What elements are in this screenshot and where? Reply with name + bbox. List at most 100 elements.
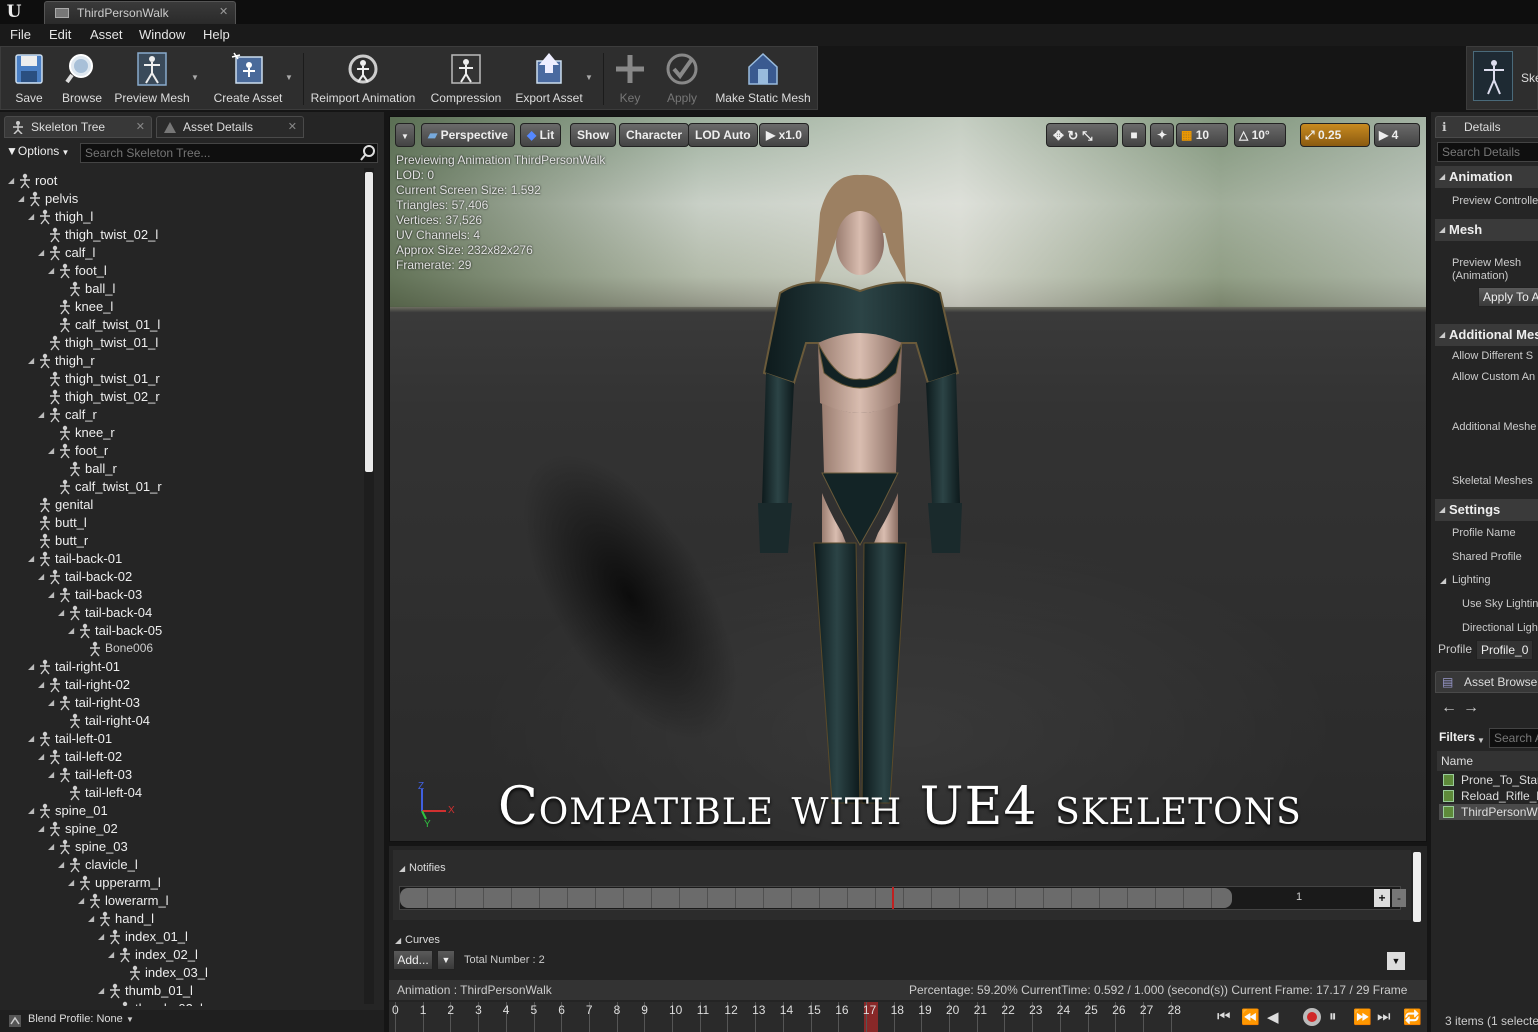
- bone-tree-item[interactable]: ◢ lowerarm_l: [0, 892, 360, 910]
- expand-triangle-icon[interactable]: ◢: [78, 896, 84, 905]
- expand-triangle-icon[interactable]: ◢: [68, 626, 74, 635]
- menu-help[interactable]: Help: [203, 27, 230, 42]
- step-back-icon[interactable]: ⏪: [1241, 1008, 1260, 1026]
- preview-viewport[interactable]: ▼ ▰ Perspective ◆ Lit Show Character LOD…: [389, 116, 1427, 842]
- bone-tree-item[interactable]: ball_r: [0, 460, 360, 478]
- bone-tree-item[interactable]: knee_l: [0, 298, 360, 316]
- asset-list-item-selected[interactable]: ThirdPersonW: [1439, 804, 1538, 820]
- bone-tree-item[interactable]: ◢ tail-left-01: [0, 730, 360, 748]
- expand-triangle-icon[interactable]: ◢: [38, 410, 44, 419]
- chevron-down-icon[interactable]: ▼: [1477, 734, 1485, 747]
- expand-triangle-icon[interactable]: ◢: [28, 212, 34, 221]
- show-button[interactable]: Show: [570, 123, 616, 147]
- loop-icon[interactable]: 🔁: [1403, 1008, 1422, 1026]
- bone-tree-item[interactable]: butt_l: [0, 514, 360, 532]
- back-arrow-icon[interactable]: ←: [1441, 700, 1457, 716]
- bone-tree-item[interactable]: index_03_l: [0, 964, 360, 982]
- expand-triangle-icon[interactable]: ◢: [38, 752, 44, 761]
- bone-tree-item[interactable]: ◢ spine_03: [0, 838, 360, 856]
- bone-tree-item[interactable]: ◢ tail-back-01: [0, 550, 360, 568]
- transform-mode-group[interactable]: ✥ ↻ ⤡: [1046, 123, 1118, 147]
- category-mesh[interactable]: ◢ Mesh: [1435, 219, 1538, 241]
- expand-triangle-icon[interactable]: ◢: [48, 770, 54, 779]
- tab-details[interactable]: ℹ Details: [1435, 116, 1538, 138]
- bone-tree-item[interactable]: ◢ foot_l: [0, 262, 360, 280]
- expand-triangle-icon[interactable]: ◢: [98, 932, 104, 941]
- bone-tree-item[interactable]: thumb_02_l: [0, 1000, 360, 1006]
- menu-asset[interactable]: Asset: [90, 27, 123, 42]
- apply-button[interactable]: Apply: [655, 47, 709, 109]
- bone-tree-item[interactable]: ◢ foot_r: [0, 442, 360, 460]
- expand-triangle-icon[interactable]: ◢: [48, 698, 54, 707]
- tab-asset-details[interactable]: Asset Details ✕: [156, 116, 304, 138]
- create-asset-dropdown-icon[interactable]: ▼: [285, 73, 293, 82]
- bone-tree-item[interactable]: calf_twist_01_r: [0, 478, 360, 496]
- key-button[interactable]: Key: [609, 47, 651, 109]
- asset-list-item[interactable]: Reload_Rifle_l: [1439, 788, 1538, 804]
- play-reverse-icon[interactable]: ◀: [1267, 1008, 1279, 1026]
- menu-edit[interactable]: Edit: [49, 27, 71, 42]
- menu-file[interactable]: File: [10, 27, 31, 42]
- collapse-triangle-icon[interactable]: ◢: [399, 864, 405, 873]
- forward-arrow-icon[interactable]: →: [1463, 700, 1479, 716]
- skip-to-end-icon[interactable]: ⏭: [1377, 1008, 1391, 1025]
- expand-triangle-icon[interactable]: ◢: [108, 950, 114, 959]
- expand-triangle-icon[interactable]: ◢: [28, 662, 34, 671]
- preview-mesh-button[interactable]: Preview Mesh: [109, 47, 195, 109]
- expand-triangle-icon[interactable]: ◢: [38, 680, 44, 689]
- character-button[interactable]: Character: [619, 123, 690, 147]
- bone-tree-item[interactable]: ◢ index_02_l: [0, 946, 360, 964]
- asset-list-header[interactable]: Name: [1437, 751, 1538, 771]
- expand-triangle-icon[interactable]: ◢: [48, 842, 54, 851]
- reimport-animation-button[interactable]: Reimport Animation: [307, 47, 419, 109]
- collapse-triangle-icon[interactable]: ◢: [395, 936, 401, 945]
- bone-tree-item[interactable]: ◢ pelvis: [0, 190, 360, 208]
- unreal-logo-icon[interactable]: U: [4, 2, 24, 22]
- bone-tree-item[interactable]: ◢ tail-right-01: [0, 658, 360, 676]
- close-icon[interactable]: ✕: [288, 120, 297, 133]
- bone-tree-item[interactable]: knee_r: [0, 424, 360, 442]
- bone-tree-item[interactable]: ◢ spine_02: [0, 820, 360, 838]
- notify-track[interactable]: 1 + -: [399, 886, 1406, 910]
- bone-tree-item[interactable]: ◢ tail-left-02: [0, 748, 360, 766]
- move-icon[interactable]: ✥: [1053, 128, 1064, 143]
- asset-list-item[interactable]: Prone_To_Stan: [1439, 772, 1538, 788]
- expand-triangle-icon[interactable]: ◢: [28, 554, 34, 563]
- bone-tree-item[interactable]: thigh_twist_02_r: [0, 388, 360, 406]
- skeleton-search-input[interactable]: [80, 143, 378, 163]
- bone-tree-item[interactable]: tail-left-04: [0, 784, 360, 802]
- expand-triangle-icon[interactable]: ◢: [98, 986, 104, 995]
- category-animation[interactable]: ◢ Animation: [1435, 166, 1538, 188]
- bone-tree-item[interactable]: ◢ tail-left-03: [0, 766, 360, 784]
- bone-tree-item[interactable]: ◢ tail-back-04: [0, 604, 360, 622]
- bone-tree-item[interactable]: ball_l: [0, 280, 360, 298]
- frame-ruler[interactable]: 0 1 2 3 4 5 6 7 8 9 10 11 12 13 14 15 16 17 18 19 20 21 22 23 24…: [389, 1002, 1215, 1032]
- expand-triangle-icon[interactable]: ◢: [38, 824, 44, 833]
- document-tab[interactable]: ThirdPersonWalk ✕: [44, 1, 236, 24]
- pause-icon[interactable]: ⏸: [1329, 1008, 1337, 1025]
- perspective-button[interactable]: ▰ Perspective: [421, 123, 515, 147]
- asset-search-input[interactable]: Search A: [1489, 728, 1538, 748]
- lod-button[interactable]: LOD Auto: [688, 123, 758, 147]
- angle-snap-button[interactable]: △ 10°: [1234, 123, 1286, 147]
- bone-tree-item[interactable]: ◢ spine_01: [0, 802, 360, 820]
- preview-mesh-dropdown-icon[interactable]: ▼: [191, 73, 199, 82]
- scale-icon[interactable]: ⤡: [1082, 128, 1092, 143]
- skip-to-start-icon[interactable]: ⏮: [1217, 1008, 1231, 1025]
- profile-selector[interactable]: Profile_0: [1476, 640, 1534, 660]
- export-asset-button[interactable]: Export Asset: [511, 47, 587, 109]
- bone-tree-item[interactable]: ◢ thumb_01_l: [0, 982, 360, 1000]
- bone-tree-item[interactable]: Bone006: [0, 640, 360, 658]
- make-static-mesh-button[interactable]: Make Static Mesh: [711, 47, 815, 109]
- expand-triangle-icon[interactable]: ◢: [28, 356, 34, 365]
- expand-triangle-icon[interactable]: ◢: [58, 860, 64, 869]
- world-local-button[interactable]: ■: [1122, 123, 1146, 147]
- expand-triangle-icon[interactable]: ◢: [48, 446, 54, 455]
- lit-button[interactable]: ◆ Lit: [520, 123, 562, 147]
- filters-button[interactable]: Filters: [1439, 731, 1475, 744]
- browse-button[interactable]: Browse: [55, 47, 109, 109]
- expand-triangle-icon[interactable]: ◢: [28, 806, 34, 815]
- expand-triangle-icon[interactable]: ◢: [28, 734, 34, 743]
- bone-tree-item[interactable]: ◢ hand_l: [0, 910, 360, 928]
- bone-tree-item[interactable]: tail-right-04: [0, 712, 360, 730]
